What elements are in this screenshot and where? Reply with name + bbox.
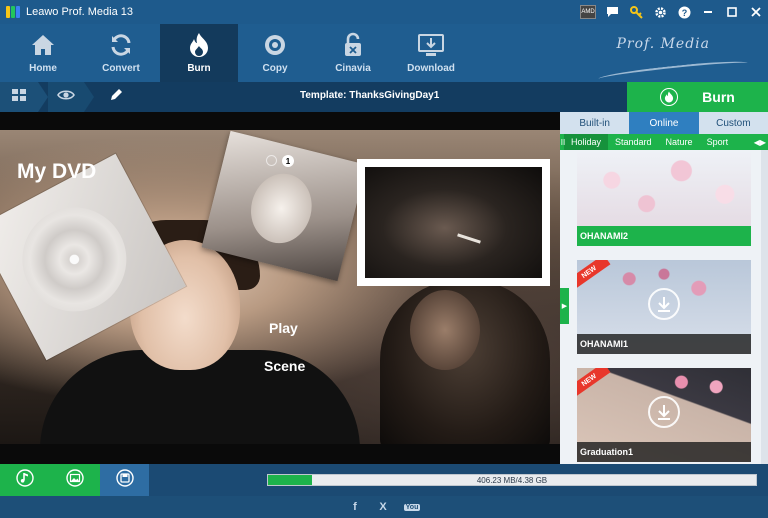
disc-capacity-bar: 406.23 MB/4.38 GB bbox=[267, 474, 757, 486]
close-icon[interactable] bbox=[744, 0, 768, 24]
category-holiday[interactable]: Holiday bbox=[564, 134, 609, 150]
download-template-icon[interactable] bbox=[648, 396, 680, 428]
template-item-ohanami1[interactable]: NEW OHANAMI1 bbox=[577, 260, 751, 354]
unlock-icon bbox=[342, 31, 364, 59]
category-bar: II Holiday Standard Nature Sport ◀ ▶ bbox=[560, 134, 768, 150]
edit-button[interactable] bbox=[96, 82, 136, 112]
convert-button[interactable]: Convert bbox=[82, 24, 160, 82]
dvd-menu-preview[interactable]: 1 My DVD Play Scene bbox=[0, 112, 560, 464]
tab-custom[interactable]: Custom bbox=[698, 112, 768, 134]
add-music-button[interactable] bbox=[0, 464, 50, 496]
social-footer: f X You bbox=[0, 496, 768, 518]
template-item-ohanami2[interactable]: OHANAMI2 bbox=[577, 152, 751, 246]
grid-view-button[interactable] bbox=[0, 82, 38, 112]
gear-icon[interactable] bbox=[648, 0, 672, 24]
background-photo: 1 My DVD Play Scene bbox=[0, 130, 560, 444]
home-label: Home bbox=[29, 63, 57, 74]
category-next-icon[interactable]: ▶ bbox=[760, 138, 766, 147]
template-name: OHANAMI2 bbox=[577, 226, 751, 246]
image-icon bbox=[66, 468, 84, 492]
template-source-tabs: Built-in Online Custom bbox=[560, 112, 768, 134]
category-edge-icon: II bbox=[560, 137, 566, 147]
copy-button[interactable]: Copy bbox=[236, 24, 314, 82]
preview-button[interactable] bbox=[48, 82, 84, 112]
preview-eye-icon bbox=[57, 88, 75, 106]
page-number-badge[interactable]: 1 bbox=[282, 155, 294, 167]
sub-divider-2 bbox=[84, 82, 94, 112]
tab-built-in[interactable]: Built-in bbox=[560, 112, 630, 134]
amd-badge-icon[interactable]: AMD bbox=[576, 0, 600, 24]
convert-icon bbox=[109, 31, 133, 59]
x-twitter-icon[interactable]: X bbox=[376, 501, 390, 513]
burn-tab-button[interactable]: Burn bbox=[160, 24, 238, 82]
template-panel: Built-in Online Custom II Holiday Standa… bbox=[560, 112, 768, 464]
template-name: Graduation1 bbox=[577, 442, 751, 462]
cinavia-label: Cinavia bbox=[335, 63, 371, 74]
main-toolbar: Home Convert Burn Copy Cinavia Download … bbox=[0, 24, 768, 84]
download-template-icon[interactable] bbox=[648, 288, 680, 320]
burn-tab-label: Burn bbox=[187, 63, 211, 74]
dvd-menu-title[interactable]: My DVD bbox=[17, 160, 96, 184]
disc-icon bbox=[263, 31, 287, 59]
add-image-button[interactable] bbox=[50, 464, 100, 496]
edit-pencil-icon bbox=[109, 88, 123, 107]
youtube-icon[interactable]: You bbox=[404, 503, 420, 511]
brand-swoosh bbox=[597, 58, 749, 84]
template-list: OHANAMI2 NEW OHANAMI1 NEW Graduation1 bbox=[560, 150, 768, 464]
chevron-right-icon: ▶ bbox=[561, 303, 568, 310]
menu-play-button[interactable]: Play bbox=[269, 320, 298, 336]
template-item-graduation1[interactable]: NEW Graduation1 bbox=[577, 368, 751, 462]
app-logo-icon bbox=[6, 5, 20, 19]
grid-view-icon bbox=[12, 88, 26, 106]
menu-scene-button[interactable]: Scene bbox=[264, 358, 305, 374]
help-icon[interactable]: ? bbox=[672, 0, 696, 24]
tab-online[interactable]: Online bbox=[629, 112, 699, 134]
download-label: Download bbox=[407, 63, 455, 74]
page-dot-icon[interactable] bbox=[266, 155, 277, 166]
category-nature[interactable]: Nature bbox=[659, 134, 700, 150]
convert-label: Convert bbox=[102, 63, 140, 74]
sub-divider-1 bbox=[38, 82, 48, 112]
title-bar: Leawo Prof. Media 13 AMD ? bbox=[0, 0, 768, 24]
video-frame-image bbox=[357, 159, 550, 286]
flame-icon bbox=[660, 88, 679, 106]
key-icon[interactable] bbox=[624, 0, 648, 24]
window-title: Leawo Prof. Media 13 bbox=[26, 6, 134, 18]
home-button[interactable]: Home bbox=[4, 24, 82, 82]
burn-button[interactable]: Burn bbox=[627, 82, 768, 112]
home-icon bbox=[30, 31, 56, 59]
save-disc-button[interactable] bbox=[100, 464, 149, 496]
svg-text:?: ? bbox=[681, 8, 687, 18]
category-sport[interactable]: Sport bbox=[700, 134, 736, 150]
download-button[interactable]: Download bbox=[392, 24, 470, 82]
minimize-icon[interactable] bbox=[696, 0, 720, 24]
template-scrollbar[interactable] bbox=[761, 150, 768, 464]
template-name: OHANAMI1 bbox=[577, 334, 751, 354]
capacity-text: 406.23 MB/4.38 GB bbox=[476, 475, 548, 485]
facebook-icon[interactable]: f bbox=[348, 501, 362, 513]
download-icon bbox=[418, 31, 444, 59]
collapse-panel-handle[interactable]: ▶ bbox=[560, 288, 569, 324]
brand-logo: Prof. Media bbox=[616, 36, 710, 52]
category-standard[interactable]: Standard bbox=[608, 134, 659, 150]
cinavia-button[interactable]: Cinavia bbox=[314, 24, 392, 82]
maximize-icon[interactable] bbox=[720, 0, 744, 24]
disc-save-icon bbox=[115, 468, 134, 492]
copy-label: Copy bbox=[262, 63, 288, 74]
template-label: Template: ThanksGivingDay1 bbox=[300, 90, 440, 101]
flame-icon bbox=[188, 31, 210, 59]
chat-icon[interactable] bbox=[600, 0, 624, 24]
burn-button-label: Burn bbox=[702, 89, 735, 105]
music-note-icon bbox=[16, 468, 34, 492]
